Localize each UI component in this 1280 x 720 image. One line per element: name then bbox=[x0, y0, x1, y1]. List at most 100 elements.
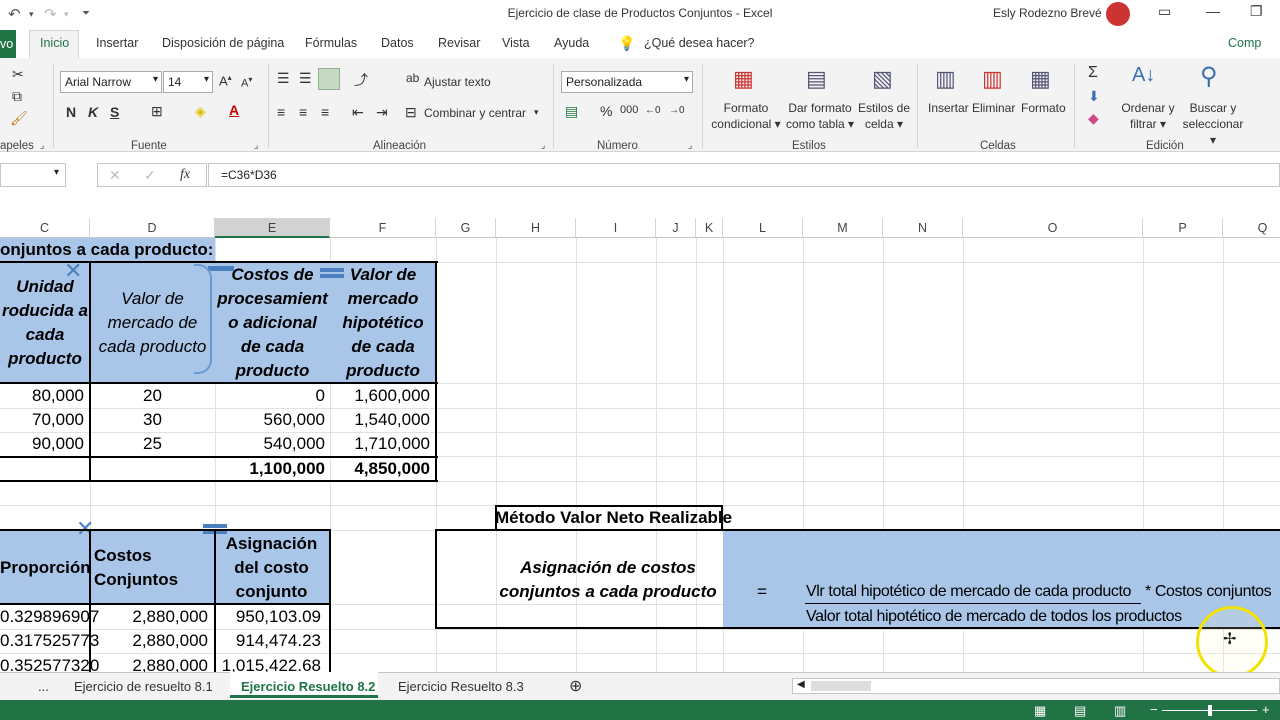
delete-cells-icon[interactable]: ▥ bbox=[982, 66, 1003, 92]
header-unidad[interactable]: Unidad roducida a cada producto bbox=[0, 275, 90, 371]
italic-icon[interactable]: K bbox=[88, 104, 98, 120]
formula-input[interactable]: =C36*D36 bbox=[208, 163, 1280, 187]
avatar[interactable] bbox=[1106, 2, 1130, 26]
tab-formulas[interactable]: Fórmulas bbox=[305, 36, 357, 50]
column-header[interactable]: P bbox=[1143, 218, 1223, 238]
table2-d1[interactable]: 2,880,000 bbox=[90, 605, 208, 629]
font-color-icon[interactable]: A bbox=[229, 102, 239, 118]
column-header[interactable]: M bbox=[803, 218, 883, 238]
formula-denominator[interactable]: Valor total hipotético de mercado de tod… bbox=[806, 605, 1182, 629]
font-name-select[interactable]: Arial Narrow ▾ bbox=[60, 71, 162, 93]
page-break-icon[interactable]: ▥ bbox=[1114, 703, 1126, 719]
tab-disposicion[interactable]: Disposición de página bbox=[162, 36, 284, 50]
column-header[interactable]: C bbox=[0, 218, 90, 238]
header-valor-hipotetico[interactable]: Valor de mercado hipotético de cada producto bbox=[330, 263, 436, 383]
format-table-icon[interactable]: ▤ bbox=[806, 66, 827, 92]
column-header[interactable]: E bbox=[215, 218, 330, 238]
wrap-text-icon[interactable]: ab bbox=[406, 71, 419, 85]
table1-d1[interactable]: 20 bbox=[90, 384, 215, 408]
tab-vista[interactable]: Vista bbox=[502, 36, 530, 50]
dialog-launcher-icon[interactable]: ⌟ bbox=[541, 140, 545, 151]
more-sheets-button[interactable]: ... bbox=[38, 679, 49, 694]
column-header[interactable]: G bbox=[436, 218, 496, 238]
copy-icon[interactable]: ⧉ bbox=[12, 88, 22, 105]
increase-decimal-icon[interactable]: ←0 bbox=[645, 105, 661, 116]
table2-c2[interactable]: 0.317525773 bbox=[0, 629, 99, 653]
table2-e3[interactable]: 1,015,422.68 bbox=[215, 654, 321, 672]
column-header[interactable]: K bbox=[696, 218, 723, 238]
zoom-out-icon[interactable]: − bbox=[1150, 702, 1158, 717]
shrink-font-icon[interactable]: A▾ bbox=[241, 75, 252, 90]
search-icon[interactable]: ⚲ bbox=[1200, 62, 1218, 91]
column-header[interactable]: O bbox=[963, 218, 1143, 238]
insert-function-icon[interactable]: fx bbox=[180, 167, 190, 183]
comma-style-icon[interactable]: 000 bbox=[620, 104, 638, 116]
chevron-down-icon[interactable]: ▾ bbox=[534, 107, 539, 118]
decrease-decimal-icon[interactable]: →0 bbox=[669, 105, 685, 116]
header-costos-conjuntos[interactable]: Costos Conjuntos bbox=[94, 544, 178, 592]
table1-c2[interactable]: 70,000 bbox=[0, 408, 84, 432]
delete-cells-button[interactable]: Eliminar bbox=[972, 100, 1015, 116]
tab-file[interactable]: vo bbox=[0, 30, 16, 58]
table1-total-e[interactable]: 1,100,000 bbox=[215, 457, 325, 481]
fill-icon[interactable]: ⬇ bbox=[1088, 88, 1100, 105]
cell-styles-icon[interactable]: ▧ bbox=[872, 66, 893, 92]
dialog-launcher-icon[interactable]: ⌟ bbox=[688, 140, 692, 151]
user-name[interactable]: Esly Rodezno Brevé bbox=[993, 6, 1102, 20]
horizontal-scrollbar[interactable]: ◀ bbox=[792, 678, 1280, 694]
merge-center-icon[interactable]: ⊟ bbox=[405, 104, 417, 121]
table1-f3[interactable]: 1,710,000 bbox=[330, 432, 430, 456]
table1-c1[interactable]: 80,000 bbox=[0, 384, 84, 408]
maximize-icon[interactable]: ❐ bbox=[1250, 3, 1263, 20]
formula-numerator[interactable]: Vlr total hipotético de mercado de cada … bbox=[806, 580, 1131, 604]
header-costos-procesamiento[interactable]: Costos de procesamient o adicional de cada p… bbox=[215, 263, 330, 383]
table2-d3[interactable]: 2,880,000 bbox=[90, 654, 208, 672]
sheet-tab-8-1[interactable]: Ejercicio de resuelto 8.1 bbox=[74, 679, 213, 694]
align-bottom-button[interactable] bbox=[318, 68, 340, 90]
table2-e1[interactable]: 950,103.09 bbox=[215, 605, 321, 629]
table1-title[interactable]: onjuntos a cada producto: bbox=[0, 238, 213, 262]
scroll-left-icon[interactable]: ◀ bbox=[797, 679, 805, 690]
share-button[interactable]: Comp bbox=[1228, 36, 1261, 50]
column-header[interactable]: D bbox=[90, 218, 215, 238]
method-label[interactable]: Asignación de costos conjuntos a cada pro… bbox=[496, 556, 720, 604]
column-header[interactable]: I bbox=[576, 218, 656, 238]
add-sheet-icon[interactable]: ⊕ bbox=[569, 676, 582, 696]
column-header[interactable]: H bbox=[496, 218, 576, 238]
decrease-indent-icon[interactable]: ⇤ bbox=[352, 104, 364, 121]
clear-icon[interactable]: ◆ bbox=[1088, 110, 1099, 127]
accounting-format-icon[interactable]: ▤ bbox=[565, 103, 578, 120]
autosum-icon[interactable]: Σ bbox=[1088, 64, 1098, 82]
cell-styles-button[interactable]: Estilos de celda ▾ bbox=[856, 100, 912, 132]
format-cells-icon[interactable]: ▦ bbox=[1030, 66, 1051, 92]
format-table-button[interactable]: Dar formato como tabla ▾ bbox=[784, 100, 856, 132]
column-header[interactable]: L bbox=[723, 218, 803, 238]
sort-filter-icon[interactable]: A↓ bbox=[1132, 64, 1155, 87]
sort-filter-button[interactable]: Ordenar y filtrar ▾ bbox=[1117, 100, 1179, 132]
format-cells-button[interactable]: Formato bbox=[1021, 100, 1066, 116]
name-box[interactable]: ▾ bbox=[0, 163, 66, 187]
borders-icon[interactable]: ⊞ bbox=[151, 103, 163, 120]
tab-inicio[interactable]: Inicio bbox=[40, 36, 69, 50]
scroll-thumb[interactable] bbox=[811, 681, 871, 691]
table1-total-f[interactable]: 4,850,000 bbox=[330, 457, 430, 481]
table1-e1[interactable]: 0 bbox=[215, 384, 325, 408]
zoom-in-icon[interactable]: + bbox=[1262, 702, 1270, 717]
table2-c1[interactable]: 0.329896907 bbox=[0, 605, 99, 629]
format-painter-icon[interactable]: 🖌 bbox=[10, 110, 28, 127]
column-header[interactable]: Q bbox=[1223, 218, 1280, 238]
table2-e2[interactable]: 914,474.23 bbox=[215, 629, 321, 653]
page-layout-icon[interactable]: ▤ bbox=[1074, 703, 1086, 719]
tab-revisar[interactable]: Revisar bbox=[438, 36, 480, 50]
worksheet[interactable]: onjuntos a cada producto: Unidad roducida… bbox=[0, 238, 1280, 672]
table1-e2[interactable]: 560,000 bbox=[215, 408, 325, 432]
underline-icon[interactable]: S bbox=[110, 104, 119, 120]
cancel-icon[interactable]: ✕ bbox=[109, 167, 121, 184]
table1-e3[interactable]: 540,000 bbox=[215, 432, 325, 456]
table2-d2[interactable]: 2,880,000 bbox=[90, 629, 208, 653]
sheet-tab-8-2[interactable]: Ejercicio Resuelto 8.2 bbox=[241, 679, 375, 694]
enter-icon[interactable]: ✓ bbox=[144, 167, 156, 184]
header-proporcion[interactable]: Proporción bbox=[0, 556, 91, 580]
number-format-select[interactable]: Personalizada ▾ bbox=[561, 71, 693, 93]
column-header[interactable]: J bbox=[656, 218, 696, 238]
